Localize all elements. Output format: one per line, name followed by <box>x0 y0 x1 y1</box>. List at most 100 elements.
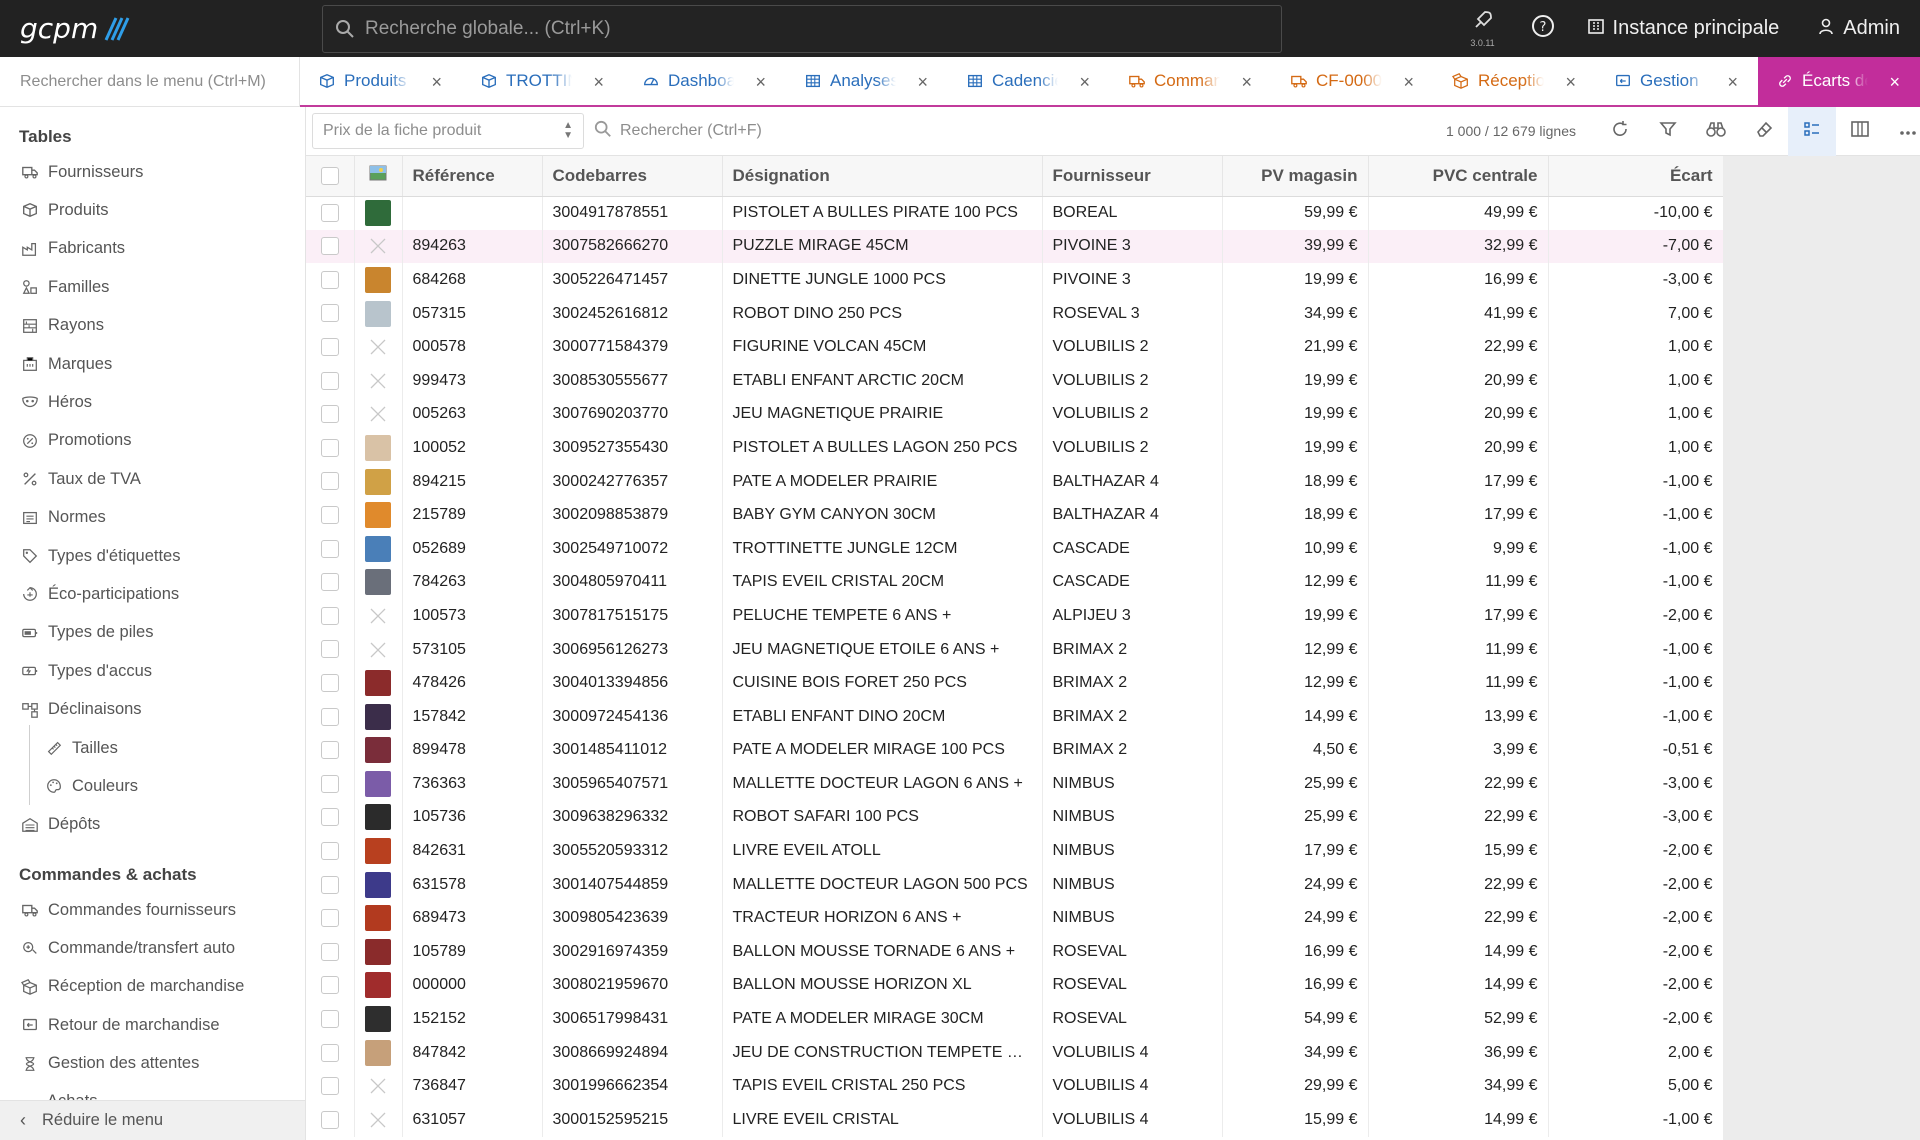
column-header-reference[interactable]: Référence <box>402 156 543 197</box>
tab-9[interactable]: Écarts de × <box>1758 57 1920 107</box>
row-checkbox[interactable] <box>306 196 355 230</box>
column-header-gap[interactable]: Écart <box>1548 156 1723 197</box>
close-icon[interactable]: × <box>1565 72 1576 93</box>
sidebar-item-tables-10[interactable]: Types d'étiquettes <box>20 546 180 566</box>
table-row[interactable]: 105789 3002916974359 BALLON MOUSSE TORNADE… <box>306 935 1723 969</box>
tab-5[interactable]: Comman × <box>1110 57 1272 107</box>
sidebar-item-tables-0[interactable]: Fournisseurs <box>20 162 143 182</box>
row-checkbox[interactable] <box>306 867 355 902</box>
table-row[interactable]: 152152 3006517998431 PATE A MODELER MIRAGE… <box>306 1002 1723 1036</box>
table-row[interactable]: 631057 3000152595215 LIVRE EVEIL CRISTAL VO… <box>306 1103 1723 1137</box>
price-source-select[interactable]: Prix de la fiche produit ▲ ▼ <box>312 113 584 149</box>
row-checkbox[interactable] <box>306 666 355 700</box>
column-header-designation[interactable]: Désignation <box>722 156 1043 197</box>
row-checkbox[interactable] <box>306 464 355 499</box>
row-checkbox[interactable] <box>306 263 355 297</box>
close-icon[interactable]: × <box>1727 72 1738 93</box>
tab-2[interactable]: Dashboa × <box>624 57 786 107</box>
sidebar-item-orders-4[interactable]: Gestion des attentes <box>20 1054 199 1074</box>
sidebar-item-tables-11[interactable]: Éco-participations <box>20 584 179 604</box>
column-header-central-price[interactable]: PVC centrale <box>1368 156 1549 197</box>
table-row[interactable]: 847842 3008669924894 JEU DE CONSTRUCTION T… <box>306 1035 1723 1070</box>
row-checkbox[interactable] <box>306 229 355 264</box>
row-checkbox[interactable] <box>306 599 355 633</box>
sidebar-item-sub-0[interactable]: Tailles <box>44 738 118 758</box>
table-row[interactable]: 631578 3001407544859 MALLETTE DOCTEUR LAGO… <box>306 867 1723 902</box>
table-row[interactable]: 999473 3008530555677 ETABLI ENFANT ARCTIC … <box>306 363 1723 398</box>
more-button[interactable] <box>1884 107 1920 156</box>
column-header-supplier[interactable]: Fournisseur <box>1042 156 1223 197</box>
table-row[interactable]: 000578 3000771584379 FIGURINE VOLCAN 45CM V… <box>306 330 1723 364</box>
table-row[interactable]: 057315 3002452616812 ROBOT DINO 250 PCS ROS… <box>306 296 1723 331</box>
sidebar-item-tables-9[interactable]: Normes <box>20 508 106 528</box>
user-menu[interactable]: Admin <box>1817 17 1900 41</box>
tab-0[interactable]: Produits × <box>300 57 462 107</box>
row-checkbox[interactable] <box>306 1002 355 1036</box>
tab-3[interactable]: Analyses × <box>786 57 948 107</box>
sidebar-item-depots[interactable]: Dépôts <box>20 815 100 835</box>
sidebar-item-tables-13[interactable]: Types d'accus <box>20 661 152 681</box>
column-header-store-price[interactable]: PV magasin <box>1222 156 1369 197</box>
table-row[interactable]: 736363 3005965407571 MALLETTE DOCTEUR LAGO… <box>306 767 1723 801</box>
sidebar-item-orders-2[interactable]: Réception de marchandise <box>20 977 244 997</box>
row-checkbox[interactable] <box>306 901 355 936</box>
close-icon[interactable]: × <box>1403 72 1414 93</box>
release-notes-button[interactable]: 3.0.11 <box>1463 0 1503 57</box>
find-button[interactable] <box>1692 107 1740 156</box>
row-checkbox[interactable] <box>306 632 355 667</box>
tab-4[interactable]: Cadencie × <box>948 57 1110 107</box>
sidebar-item-tables-5[interactable]: Marques <box>20 354 112 374</box>
row-checkbox[interactable] <box>306 699 355 734</box>
close-icon[interactable]: × <box>1241 72 1252 93</box>
sidebar-item-sub-1[interactable]: Couleurs <box>44 776 138 796</box>
sidebar-item-tables-7[interactable]: Promotions <box>20 431 131 451</box>
row-checkbox[interactable] <box>306 565 355 600</box>
tab-7[interactable]: Réceptio × <box>1434 57 1596 107</box>
sidebar-item-tables-14[interactable]: Déclinaisons <box>20 700 142 720</box>
row-checkbox[interactable] <box>306 935 355 969</box>
clear-button[interactable] <box>1740 107 1788 156</box>
table-row[interactable]: 215789 3002098853879 BABY GYM CANYON 30CM B… <box>306 498 1723 532</box>
table-row[interactable]: 689473 3009805423639 TRACTEUR HORIZON 6 AN… <box>306 901 1723 936</box>
table-row[interactable]: 842631 3005520593312 LIVRE EVEIL ATOLL NIMB… <box>306 834 1723 868</box>
tab-8[interactable]: Gestion × <box>1596 57 1758 107</box>
close-icon[interactable]: × <box>593 72 604 93</box>
tab-1[interactable]: TROTTIN × <box>462 57 624 107</box>
row-checkbox[interactable] <box>306 800 355 835</box>
sidebar-item-orders-0[interactable]: Commandes fournisseurs <box>20 900 236 920</box>
global-search-input[interactable]: Recherche globale... (Ctrl+K) <box>322 4 1282 53</box>
sidebar-item-tables-3[interactable]: Familles <box>20 277 109 297</box>
sidebar-item-orders-1[interactable]: Commande/transfert auto <box>20 938 235 958</box>
table-row[interactable]: 899478 3001485411012 PATE A MODELER MIRAGE… <box>306 733 1723 768</box>
close-icon[interactable]: × <box>755 72 766 93</box>
sidebar-item-tables-1[interactable]: Produits <box>20 200 109 220</box>
tab-6[interactable]: CF-0000 × <box>1272 57 1434 107</box>
grid-search-input[interactable]: Rechercher (Ctrl+F) <box>594 120 1094 143</box>
table-row[interactable]: 100052 3009527355430 PISTOLET A BULLES LAG… <box>306 431 1723 465</box>
sidebar-item-tables-2[interactable]: Fabricants <box>20 239 125 259</box>
instance-selector[interactable]: Instance principale <box>1587 17 1779 41</box>
table-row[interactable]: 157842 3000972454136 ETABLI ENFANT DINO 20… <box>306 699 1723 734</box>
help-button[interactable]: ? <box>1523 0 1563 57</box>
row-checkbox[interactable] <box>306 767 355 801</box>
columns-button[interactable] <box>1836 107 1884 156</box>
sidebar-item-orders-3[interactable]: Retour de marchandise <box>20 1015 220 1035</box>
select-all-checkbox[interactable] <box>306 156 355 197</box>
menu-search-input[interactable]: Rechercher dans le menu (Ctrl+M) <box>0 57 300 107</box>
row-checkbox[interactable] <box>306 330 355 364</box>
row-checkbox[interactable] <box>306 296 355 331</box>
close-icon[interactable]: × <box>917 72 928 93</box>
close-icon[interactable]: × <box>1889 72 1900 93</box>
table-row[interactable]: 105736 3009638296332 ROBOT SAFARI 100 PCS N… <box>306 800 1723 835</box>
filter-button[interactable] <box>1644 107 1692 156</box>
table-row[interactable]: 894215 3000242776357 PATE A MODELER PRAIRI… <box>306 464 1723 499</box>
table-row[interactable]: 894263 3007582666270 PUZZLE MIRAGE 45CM PIV… <box>306 229 1723 264</box>
column-header-barcode[interactable]: Codebarres <box>542 156 723 197</box>
row-checkbox[interactable] <box>306 531 355 566</box>
refresh-button[interactable] <box>1596 107 1644 156</box>
collapse-menu-button[interactable]: ‹ Réduire le menu <box>0 1100 305 1140</box>
row-checkbox[interactable] <box>306 733 355 768</box>
row-checkbox[interactable] <box>306 1103 355 1137</box>
row-checkbox[interactable] <box>306 363 355 398</box>
row-checkbox[interactable] <box>306 397 355 432</box>
